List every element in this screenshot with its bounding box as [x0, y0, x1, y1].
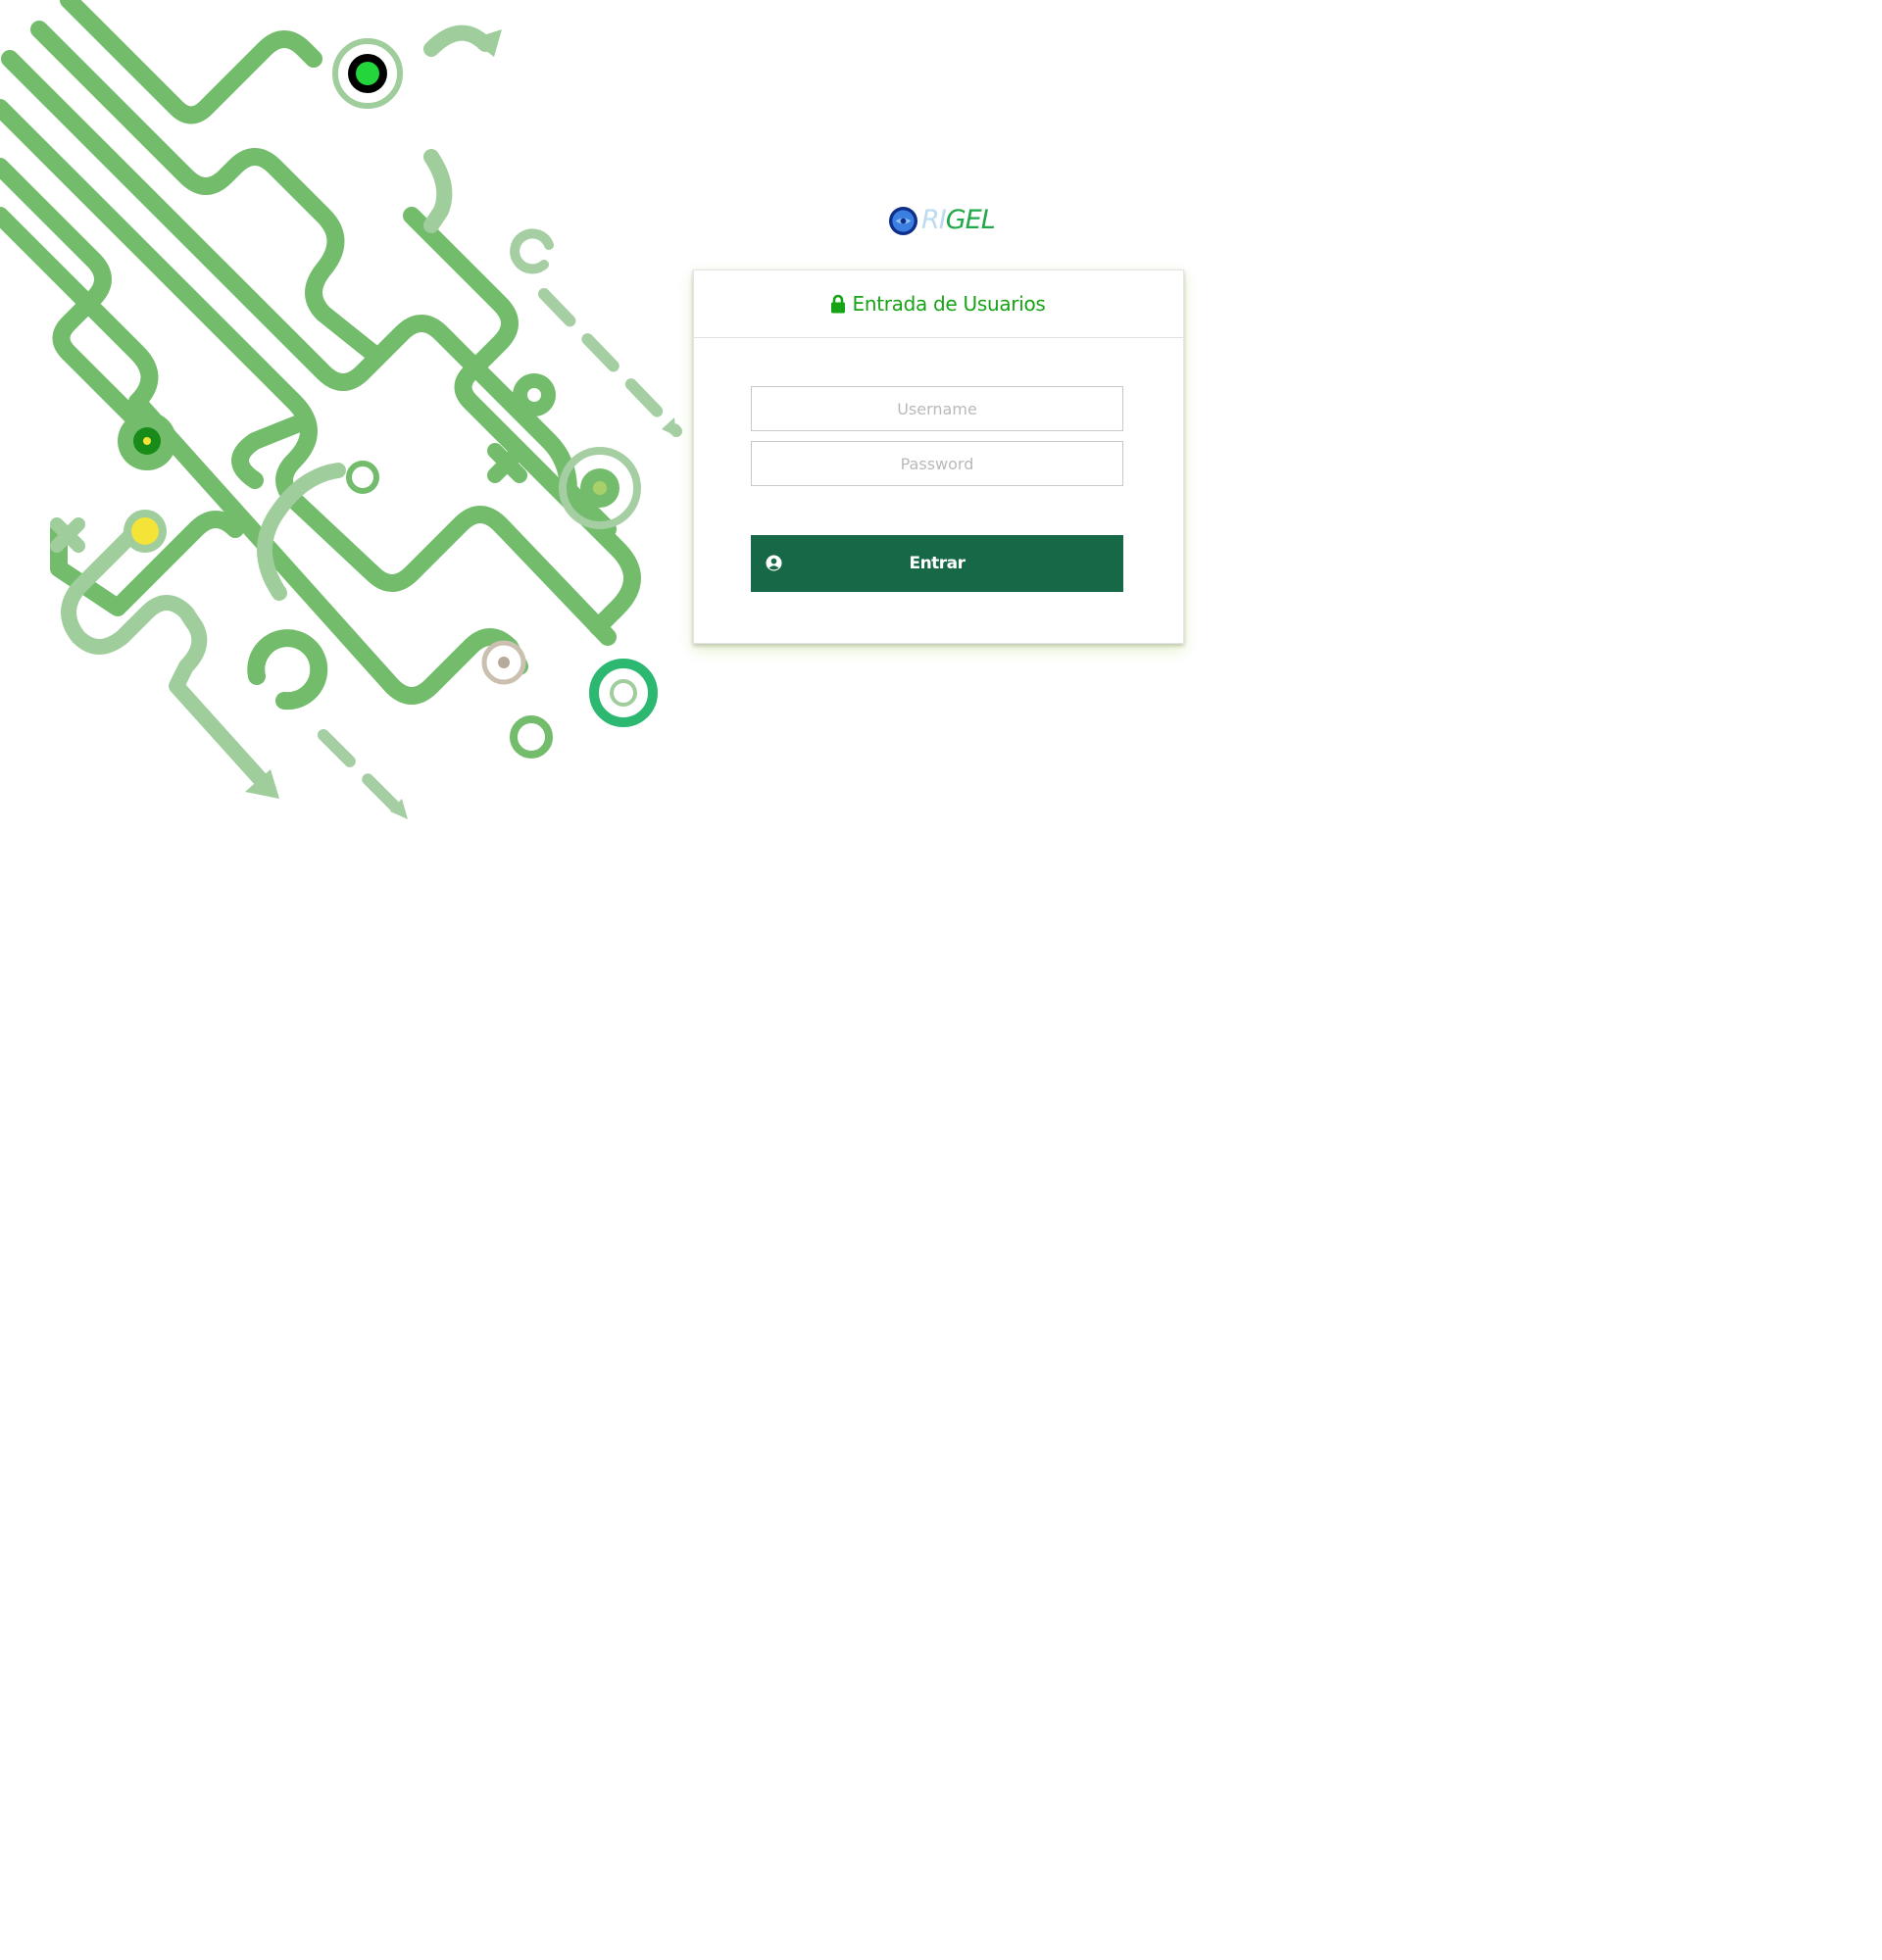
password-input[interactable]: [751, 441, 1123, 486]
user-circle-icon: [766, 555, 782, 571]
username-input[interactable]: [751, 386, 1123, 431]
globe-emblem-icon: [888, 206, 918, 235]
decorative-circuit-graphic: [0, 0, 682, 819]
logo-text: RIGEL: [921, 201, 996, 240]
logo-text-ri: RI: [921, 205, 947, 235]
login-submit-button[interactable]: Entrar: [751, 535, 1123, 592]
login-submit-label: Entrar: [909, 554, 966, 573]
login-card-header: Entrada de Usuarios: [694, 270, 1183, 338]
login-title: Entrada de Usuarios: [852, 292, 1046, 316]
logo-text-gel: GEL: [945, 205, 996, 235]
login-page: RIGEL Entrada de Usuarios Entrar: [0, 0, 1882, 1960]
login-card: Entrada de Usuarios Entrar: [693, 270, 1184, 644]
lock-icon: [831, 294, 846, 314]
rigel-logo: RIGEL: [888, 201, 996, 240]
